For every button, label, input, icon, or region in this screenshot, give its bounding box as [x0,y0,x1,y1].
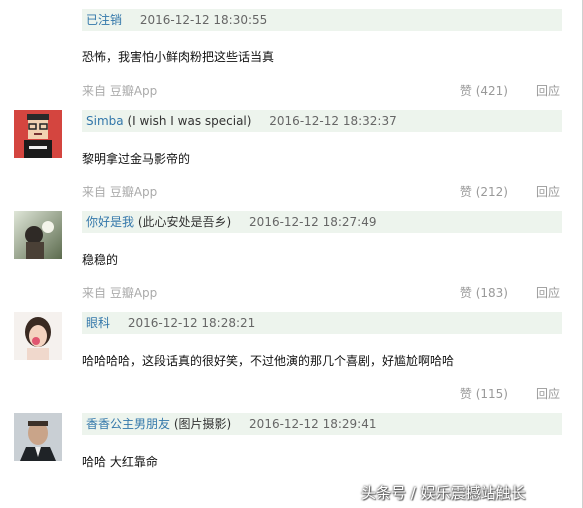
comment-footer: 来自 豆瓣App 赞 (212) 回应 [82,183,560,201]
comment-text: 哈哈哈哈，这段话真的很好笑，不过他演的那几个喜剧，好尴尬啊哈哈 [82,354,455,368]
comment-footer: 赞 (115) 回应 [82,385,560,403]
comment-source: 来自 豆瓣App [82,84,158,98]
username-link[interactable]: 眼科 [86,316,110,330]
reply-button[interactable]: 回应 [536,183,560,201]
reply-button[interactable]: 回应 [536,385,560,403]
user-signature: (I wish I was special) [127,114,252,128]
watermark: 头条号 / 娱乐震撼站触长 [361,484,526,502]
comment-text: 哈哈 大红靠命 [82,455,158,469]
like-button[interactable]: 赞 (183) [460,284,508,302]
comment-text: 稳稳的 [82,253,119,267]
comment-timestamp: 2016-12-12 18:28:21 [127,316,256,330]
reply-button[interactable]: 回应 [536,284,560,302]
comment-header: 香香公主男朋友 (图片摄影) 2016-12-12 18:29:41 [82,413,562,435]
reply-button[interactable]: 回应 [536,82,560,100]
user-signature: (此心安处是吾乡) [137,215,232,229]
comment-source: 来自 豆瓣App [82,185,158,199]
user-signature: (图片摄影) [173,417,232,431]
comment-timestamp: 2016-12-12 18:27:49 [249,215,377,229]
comment-timestamp: 2016-12-12 18:32:37 [269,114,397,128]
avatar[interactable] [14,110,62,158]
comment-source: 来自 豆瓣App [82,286,158,300]
username-link[interactable]: 你好是我 [86,215,134,229]
avatar[interactable] [14,211,62,259]
comment-text: 恐怖，我害怕小鲜肉粉把这些话当真 [82,50,275,64]
like-button[interactable]: 赞 (421) [460,82,508,100]
avatar[interactable] [14,312,62,360]
like-button[interactable]: 赞 (115) [460,385,508,403]
avatar[interactable] [14,413,62,461]
comment-text: 黎明拿过金马影帝的 [82,152,191,166]
comment-header: 已注销 2016-12-12 18:30:55 [82,9,562,31]
comment-header: 你好是我 (此心安处是吾乡) 2016-12-12 18:27:49 [82,211,562,233]
comment-timestamp: 2016-12-12 18:29:41 [249,417,377,431]
comment-footer: 来自 豆瓣App 赞 (183) 回应 [82,284,560,302]
username-link[interactable]: 香香公主男朋友 [86,417,170,431]
username-link[interactable]: 已注销 [86,13,122,27]
comment-header: 眼科 2016-12-12 18:28:21 [82,312,562,334]
comment-footer: 来自 豆瓣App 赞 (421) 回应 [82,82,560,100]
comment-header: Simba (I wish I was special) 2016-12-12 … [82,110,562,132]
username-link[interactable]: Simba [86,114,124,128]
comment-timestamp: 2016-12-12 18:30:55 [139,13,268,27]
like-button[interactable]: 赞 (212) [460,183,508,201]
